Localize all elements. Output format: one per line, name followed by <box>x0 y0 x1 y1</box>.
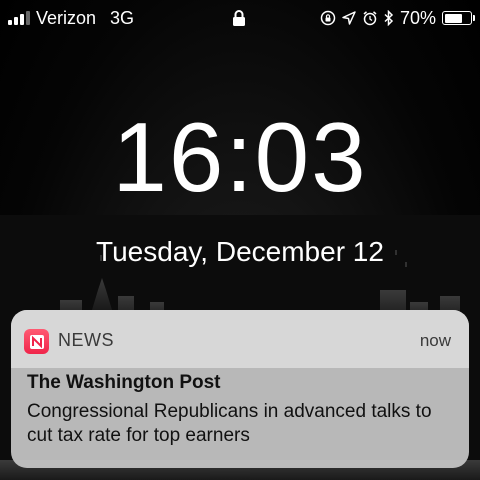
notification-title: The Washington Post <box>27 372 221 393</box>
location-arrow-icon <box>342 11 356 25</box>
status-right: 70% <box>320 7 475 29</box>
lock-screen-date: Tuesday, December 12 <box>96 236 384 267</box>
battery-icon <box>442 11 475 25</box>
notification-body: Congressional Republicans in advanced ta… <box>27 401 432 446</box>
network-type: 3G <box>110 7 135 28</box>
notification-app-name: NEWS <box>58 330 114 350</box>
status-bar: Verizon 3G 70% <box>0 0 480 36</box>
carrier-name: Verizon <box>36 7 97 28</box>
cellular-signal-icon <box>8 11 30 25</box>
orientation-lock-icon <box>320 10 336 26</box>
lock-icon <box>232 10 246 31</box>
news-app-icon <box>24 329 49 354</box>
lock-screen-clock: 16:03 <box>112 102 368 212</box>
notification-timestamp: now <box>419 331 451 350</box>
status-left: Verizon 3G <box>8 8 134 29</box>
bluetooth-icon <box>384 10 394 26</box>
battery-percentage: 70% <box>399 7 436 28</box>
news-notification[interactable]: NEWS now The Washington Post Congression… <box>11 310 469 468</box>
alarm-clock-icon <box>362 10 378 26</box>
battery-level-fill <box>444 13 462 23</box>
